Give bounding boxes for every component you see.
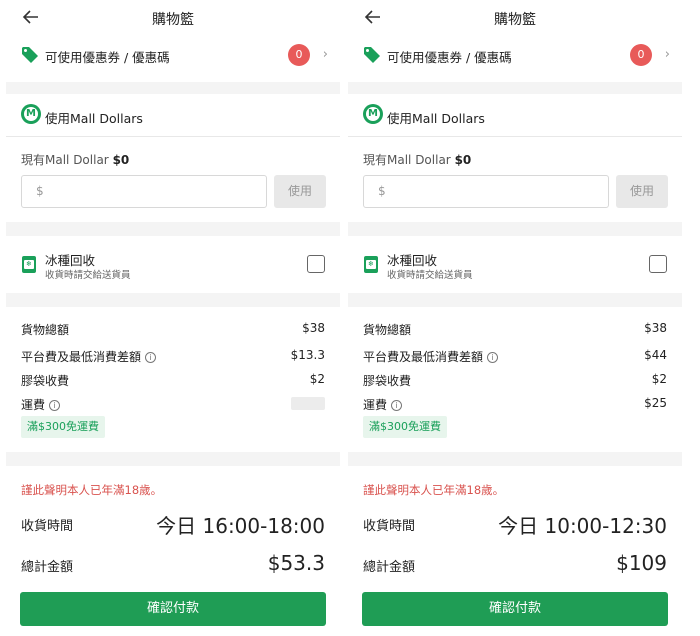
ice-recycle-subtitle: 收貨時請交給送貨員 <box>387 270 473 281</box>
ice-box-icon: ❄ <box>22 256 36 273</box>
shipping-label: 運費 <box>21 398 46 412</box>
info-icon[interactable]: i <box>391 400 403 411</box>
info-icon[interactable]: i <box>487 352 499 363</box>
divider <box>6 136 340 137</box>
input-placeholder: $ <box>378 184 386 198</box>
confirm-payment-button[interactable]: 確認付款 <box>362 592 668 626</box>
info-icon[interactable]: i <box>145 352 157 363</box>
bag-fee-label: 膠袋收費 <box>21 374 70 388</box>
section-divider <box>348 222 682 236</box>
delivery-time-value[interactable]: 今日 16:00-18:00 <box>156 510 325 539</box>
age-notice: 謹此聲明本人已年滿18歲。 <box>363 483 505 497</box>
section-divider <box>6 82 340 94</box>
platform-fee-label-wrap: 平台費及最低消費差額 i <box>363 348 499 365</box>
chevron-right-icon: › <box>322 47 328 62</box>
free-shipping-tag: 滿$300免運費 <box>21 416 105 438</box>
mall-dollar-balance: 現有Mall Dollar $0 <box>21 151 129 168</box>
ice-box-icon: ❄ <box>364 256 378 273</box>
tag-icon <box>22 47 38 63</box>
section-divider <box>6 452 340 466</box>
confirm-payment-button[interactable]: 確認付款 <box>20 592 326 626</box>
platform-fee-row: 平台費及最低消費差額 i $44 <box>363 348 667 364</box>
header: 購物籃 <box>348 0 682 36</box>
ice-recycle-subtitle: 收貨時請交給送貨員 <box>45 270 131 281</box>
balance-label: 現有Mall Dollar <box>21 153 109 167</box>
mall-dollar-input[interactable]: $ <box>363 175 609 208</box>
shipping-value-loading <box>291 397 325 410</box>
mall-dollar-icon: M <box>21 104 41 124</box>
delivery-time-label: 收貨時間 <box>363 519 416 534</box>
shipping-value: $25 <box>644 396 667 410</box>
divider <box>348 136 682 137</box>
use-mall-dollar-button[interactable]: 使用 <box>274 175 326 208</box>
ice-recycle-checkbox[interactable] <box>649 255 667 273</box>
info-icon[interactable]: i <box>49 400 61 411</box>
goods-total-row: 貨物總額 $38 <box>363 321 667 337</box>
section-divider <box>6 222 340 236</box>
platform-fee-value: $13.3 <box>290 348 325 362</box>
chevron-right-icon: › <box>664 47 670 62</box>
page-title: 購物籃 <box>494 12 536 28</box>
platform-fee-label: 平台費及最低消費差額 <box>21 350 142 364</box>
platform-fee-label: 平台費及最低消費差額 <box>363 350 484 364</box>
platform-fee-label-wrap: 平台費及最低消費差額 i <box>21 348 157 365</box>
input-placeholder: $ <box>36 184 44 198</box>
tag-icon <box>364 47 380 63</box>
total-label: 總計金額 <box>363 560 416 575</box>
platform-fee-row: 平台費及最低消費差額 i $13.3 <box>21 348 325 364</box>
shipping-row: 運費 i <box>21 396 325 412</box>
delivery-time-label: 收貨時間 <box>21 519 74 534</box>
shipping-label: 運費 <box>363 398 388 412</box>
coupon-row[interactable]: 可使用優惠券 / 優惠碼 0 › <box>348 40 682 70</box>
coupon-row[interactable]: 可使用優惠券 / 優惠碼 0 › <box>6 40 340 70</box>
coupon-label: 可使用優惠券 / 優惠碼 <box>45 50 170 65</box>
section-divider <box>348 452 682 466</box>
bag-fee-value: $2 <box>651 372 667 386</box>
delivery-time-value[interactable]: 今日 10:00-12:30 <box>498 510 667 539</box>
shipping-label-wrap: 運費 i <box>363 396 403 413</box>
balance-value: $0 <box>112 153 130 167</box>
mall-dollar-input[interactable]: $ <box>21 175 267 208</box>
section-divider <box>348 293 682 307</box>
goods-total-label: 貨物總額 <box>21 323 70 337</box>
ice-recycle-checkbox[interactable] <box>307 255 325 273</box>
goods-total-value: $38 <box>644 321 667 335</box>
mall-dollars-label: 使用Mall Dollars <box>45 111 143 126</box>
cart-screen-right: 購物籃 可使用優惠券 / 優惠碼 0 › M 使用Mall Dollars 現有… <box>348 0 682 636</box>
age-notice: 謹此聲明本人已年滿18歲。 <box>21 483 163 497</box>
bag-fee-row: 膠袋收費 $2 <box>21 372 325 388</box>
total-value: $109 <box>616 551 667 575</box>
section-divider <box>6 293 340 307</box>
shipping-row: 運費 i $25 <box>363 396 667 412</box>
balance-value: $0 <box>454 153 472 167</box>
mall-dollar-balance: 現有Mall Dollar $0 <box>363 151 471 168</box>
balance-label: 現有Mall Dollar <box>363 153 451 167</box>
use-mall-dollar-button[interactable]: 使用 <box>616 175 668 208</box>
goods-total-value: $38 <box>302 321 325 335</box>
cart-screen-left: 購物籃 可使用優惠券 / 優惠碼 0 › M 使用Mall Dollars 現有… <box>6 0 340 636</box>
shipping-label-wrap: 運費 i <box>21 396 61 413</box>
total-label: 總計金額 <box>21 560 74 575</box>
bag-fee-label: 膠袋收費 <box>363 374 412 388</box>
coupon-count-badge: 0 <box>288 44 310 66</box>
free-shipping-tag: 滿$300免運費 <box>363 416 447 438</box>
mall-dollars-label: 使用Mall Dollars <box>387 111 485 126</box>
section-divider <box>348 82 682 94</box>
mall-dollar-icon: M <box>363 104 383 124</box>
coupon-count-badge: 0 <box>630 44 652 66</box>
total-value: $53.3 <box>267 551 325 575</box>
coupon-label: 可使用優惠券 / 優惠碼 <box>387 50 512 65</box>
header: 購物籃 <box>6 0 340 36</box>
goods-total-row: 貨物總額 $38 <box>21 321 325 337</box>
platform-fee-value: $44 <box>644 348 667 362</box>
bag-fee-value: $2 <box>309 372 325 386</box>
bag-fee-row: 膠袋收費 $2 <box>363 372 667 388</box>
goods-total-label: 貨物總額 <box>363 323 412 337</box>
page-title: 購物籃 <box>152 12 194 28</box>
